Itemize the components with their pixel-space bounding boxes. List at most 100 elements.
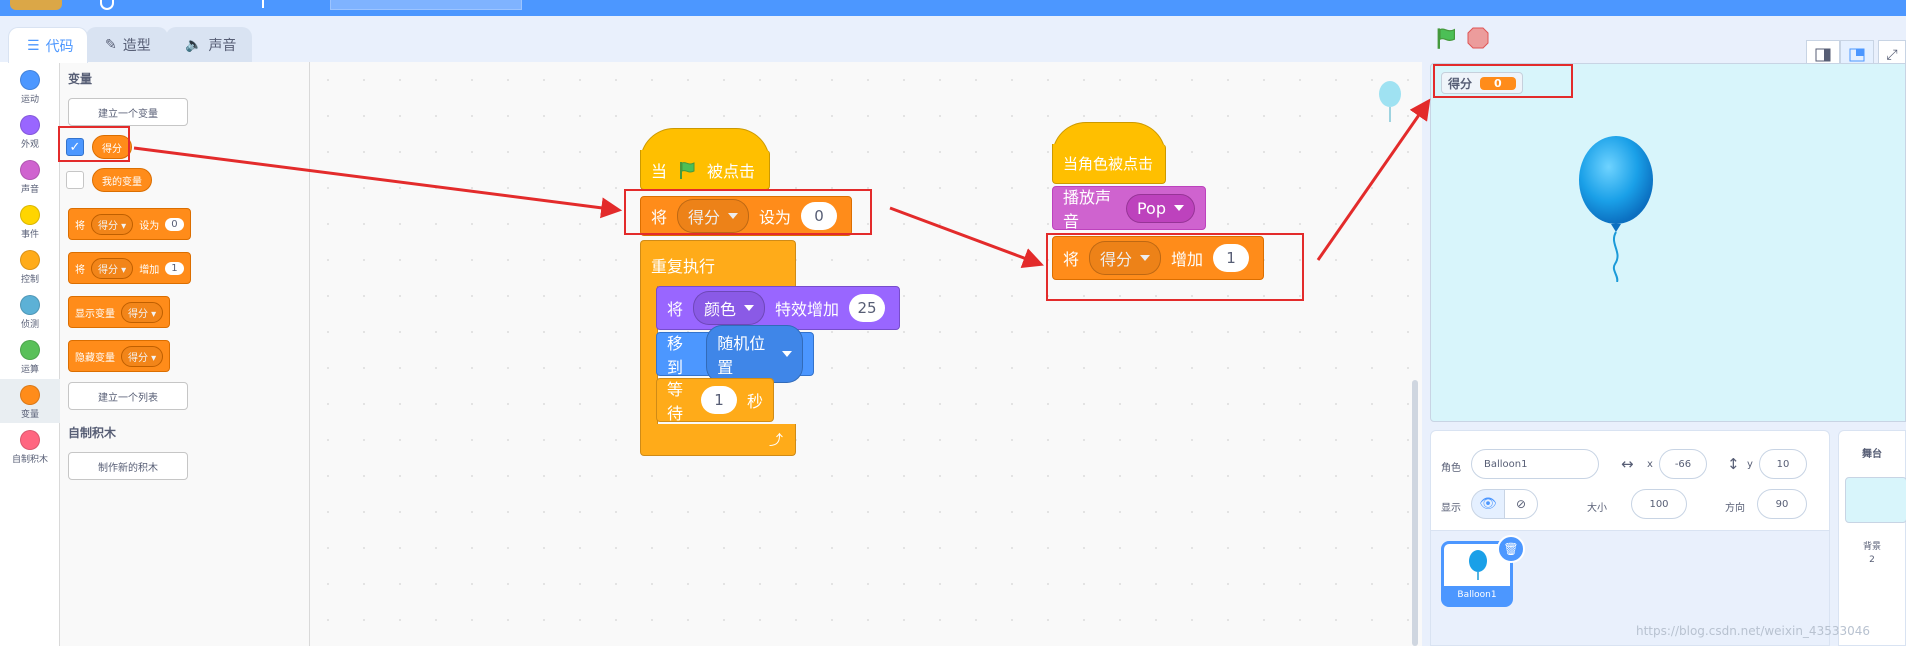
- block-text: 当: [651, 161, 668, 181]
- category-looks[interactable]: 外观: [0, 109, 60, 153]
- motion-icon: [20, 70, 40, 90]
- highlight-box-score-monitor: [1433, 64, 1573, 98]
- sound-icon: [20, 160, 40, 180]
- block-text: 秒: [746, 392, 763, 411]
- direction-input[interactable]: 90: [1757, 489, 1807, 519]
- eye-off-icon: ⊘: [1515, 497, 1527, 511]
- when-flag-clicked-block[interactable]: 当 被点击: [640, 150, 770, 190]
- loop-arrow-icon: ⤴: [769, 433, 783, 449]
- category-label: 外观: [20, 140, 39, 150]
- make-variable-button[interactable]: 建立一个变量: [68, 98, 188, 126]
- category-motion[interactable]: 运动: [0, 64, 60, 108]
- block-text: 增加: [139, 264, 160, 276]
- when-sprite-clicked-block[interactable]: 当角色被点击: [1052, 144, 1166, 184]
- workspace-scrollbar[interactable]: [1412, 380, 1418, 646]
- sprite-info-pane: 角色 Balloon1 ↔ x -66 ↕ y 10 显示 👁 ⊘ 大小 100…: [1430, 430, 1830, 646]
- sound-dropdown[interactable]: Pop: [1125, 193, 1195, 223]
- stage-thumbnail[interactable]: [1845, 477, 1906, 523]
- project-title-input[interactable]: [330, 0, 522, 10]
- variables-icon: [20, 385, 40, 405]
- variable-dropdown[interactable]: 得分 ▾: [91, 257, 134, 279]
- y-arrows-icon: ↕: [1727, 455, 1740, 473]
- backdrops-label: 背景: [1862, 542, 1881, 552]
- normal-stage-icon: [1849, 48, 1865, 62]
- watermark: https://blog.csdn.net/weixin_43533046: [1636, 624, 1871, 638]
- block-text: 播放声音: [1063, 188, 1112, 231]
- my-variable-reporter-block[interactable]: 我的变量: [92, 168, 152, 192]
- palette-change-variable-block[interactable]: 将 得分 ▾ 增加 1: [68, 252, 191, 284]
- category-label: 事件: [20, 230, 39, 240]
- dropdown-value: 得分: [98, 220, 118, 232]
- wait-block[interactable]: 等待 1 秒: [656, 378, 774, 423]
- variable-dropdown[interactable]: 得分 ▾: [121, 301, 164, 323]
- value-input[interactable]: 0: [165, 217, 184, 231]
- code-workspace[interactable]: [310, 62, 1422, 646]
- x-input[interactable]: -66: [1659, 449, 1707, 479]
- tab-code[interactable]: ☰ 代码: [8, 27, 88, 63]
- variable-dropdown[interactable]: 得分 ▾: [91, 213, 134, 235]
- stop-icon[interactable]: [1466, 26, 1490, 50]
- hide-sprite-button[interactable]: ⊘: [1504, 489, 1538, 519]
- block-text: 被点击: [707, 161, 756, 181]
- my-variable-checkbox[interactable]: [66, 171, 84, 189]
- size-input[interactable]: 100: [1631, 489, 1687, 519]
- chevron-down-icon: [782, 351, 792, 357]
- category-label: 自制积木: [11, 455, 48, 465]
- tab-sounds-label: 声音: [208, 38, 237, 54]
- make-block-button[interactable]: 制作新的积木: [68, 452, 188, 480]
- change-effect-block[interactable]: 将 颜色 特效增加 25: [656, 286, 900, 330]
- value-input[interactable]: 1: [165, 261, 184, 275]
- code-icon: ☰: [27, 37, 40, 54]
- chevron-down-icon: [744, 305, 755, 311]
- forever-block-bottom: ⤴: [640, 424, 796, 456]
- stage-target-pane[interactable]: 舞台 背景 2: [1838, 430, 1906, 646]
- balloon-sprite[interactable]: [1571, 136, 1661, 282]
- menu-bar: [0, 0, 1906, 16]
- make-list-button[interactable]: 建立一个列表: [68, 382, 188, 410]
- category-control[interactable]: 控制: [0, 244, 60, 288]
- go-to-block[interactable]: 移到 随机位置: [656, 325, 814, 383]
- block-text: 当角色被点击: [1063, 155, 1154, 173]
- menu-divider: [262, 0, 264, 8]
- block-text: 将: [75, 264, 85, 276]
- forever-block[interactable]: 重复执行: [640, 240, 796, 288]
- category-my-blocks[interactable]: 自制积木: [0, 424, 60, 468]
- variable-dropdown[interactable]: 得分 ▾: [121, 345, 164, 367]
- stage-pane-title: 舞台: [1862, 449, 1882, 460]
- language-icon[interactable]: [100, 0, 114, 10]
- category-label: 运算: [20, 365, 39, 375]
- palette-hide-variable-block[interactable]: 隐藏变量 得分 ▾: [68, 340, 171, 372]
- show-sprite-button[interactable]: 👁: [1471, 489, 1505, 519]
- tab-costumes[interactable]: ✎ 造型: [86, 27, 168, 62]
- variables-heading: 变量: [68, 72, 93, 86]
- value-input[interactable]: 1: [700, 386, 737, 414]
- y-input[interactable]: 10: [1759, 449, 1807, 479]
- show-label: 显示: [1441, 503, 1461, 514]
- category-sound[interactable]: 声音: [0, 154, 60, 198]
- effect-dropdown[interactable]: 颜色: [693, 291, 766, 325]
- dropdown-value: 得分: [98, 264, 118, 276]
- category-operators[interactable]: 运算: [0, 334, 60, 378]
- block-text: 移到: [667, 334, 684, 377]
- chevron-down-icon: [1174, 205, 1184, 211]
- palette-show-variable-block[interactable]: 显示变量 得分 ▾: [68, 296, 171, 328]
- category-sensing[interactable]: 侦测: [0, 289, 60, 333]
- play-sound-block[interactable]: 播放声音 Pop: [1052, 186, 1206, 231]
- green-flag-icon[interactable]: [1434, 26, 1458, 50]
- category-variables[interactable]: 变量: [0, 379, 60, 423]
- scratch-logo[interactable]: [10, 0, 62, 10]
- value-input[interactable]: 25: [849, 294, 886, 322]
- palette-set-variable-block[interactable]: 将 得分 ▾ 设为 0: [68, 208, 191, 240]
- sensing-icon: [20, 295, 40, 315]
- block-text: 设为: [139, 220, 160, 232]
- dropdown-value: 得分: [128, 352, 148, 364]
- sprite-name-label: 角色: [1441, 463, 1461, 474]
- delete-sprite-button[interactable]: 🗑: [1497, 535, 1525, 563]
- stage[interactable]: 得分 0: [1430, 63, 1906, 422]
- category-events[interactable]: 事件: [0, 199, 60, 243]
- target-dropdown[interactable]: 随机位置: [706, 325, 803, 383]
- tab-sounds[interactable]: 🔈 声音: [166, 27, 252, 62]
- sprite-name-input[interactable]: Balloon1: [1471, 449, 1599, 479]
- fullscreen-icon: ⤢: [1886, 47, 1898, 63]
- size-label: 大小: [1587, 503, 1607, 514]
